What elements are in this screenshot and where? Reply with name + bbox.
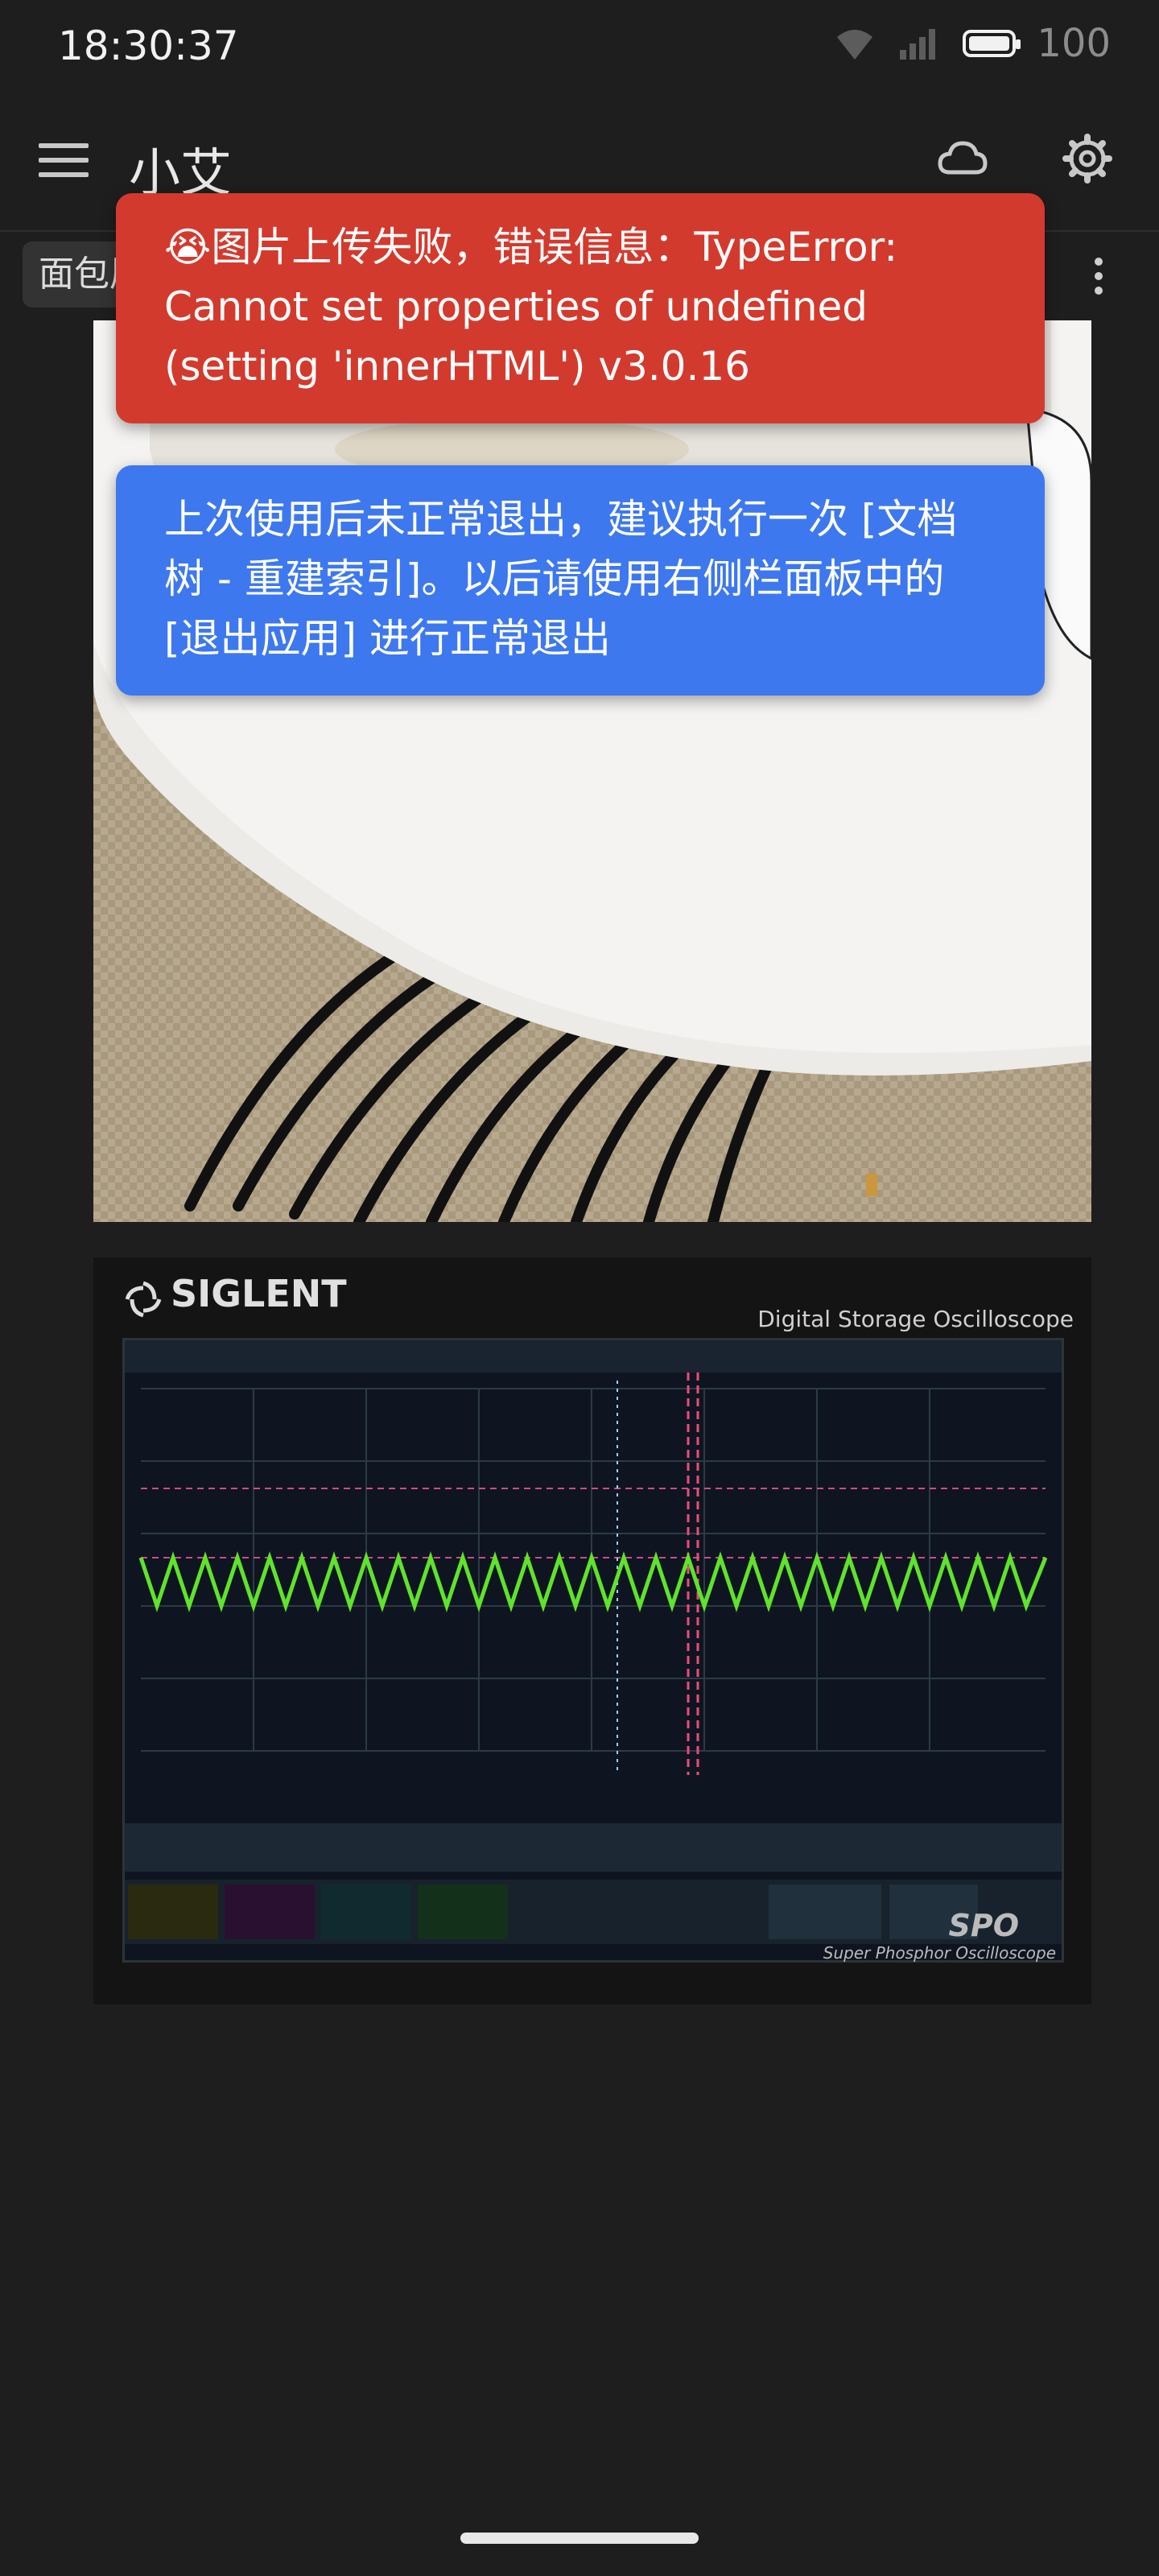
scope-display: [125, 1340, 1062, 1960]
status-icons: 100: [834, 21, 1111, 66]
info-toast[interactable]: 上次使用后未正常退出，建议执行一次 [文档树 - 重建索引]。以后请使用右侧栏面…: [116, 465, 1045, 696]
battery-percent: 100: [1037, 21, 1111, 66]
signal-5g-icon: [900, 29, 936, 60]
status-time: 18:30:37: [58, 23, 239, 69]
photo-plate[interactable]: [93, 320, 1091, 1222]
scope-model-sub: Super Phosphor Oscilloscope: [823, 1943, 1056, 1963]
error-toast[interactable]: 😭图片上传失败，错误信息：TypeError: Cannot set prope…: [116, 193, 1045, 423]
plate-image: [93, 320, 1091, 1222]
scope-model: SPO: [948, 1908, 1019, 1943]
gear-icon[interactable]: [1062, 134, 1112, 184]
cloud-icon[interactable]: [937, 137, 988, 179]
scope-subtitle: Digital Storage Oscilloscope: [757, 1306, 1074, 1332]
status-bar: 18:30:37 100: [0, 0, 1159, 97]
home-indicator[interactable]: [460, 2533, 699, 2544]
photo-oscilloscope[interactable]: SIGLENT Digital Storage Oscilloscope SPO…: [93, 1257, 1091, 2004]
more-vert-icon[interactable]: [1095, 258, 1104, 301]
wifi-icon: [837, 30, 873, 60]
menu-icon[interactable]: [39, 143, 89, 182]
battery-icon: [963, 30, 1021, 57]
scope-brand: SIGLENT: [171, 1272, 347, 1315]
siglent-logo-icon: [125, 1281, 162, 1318]
scope-screen: [122, 1338, 1064, 1963]
